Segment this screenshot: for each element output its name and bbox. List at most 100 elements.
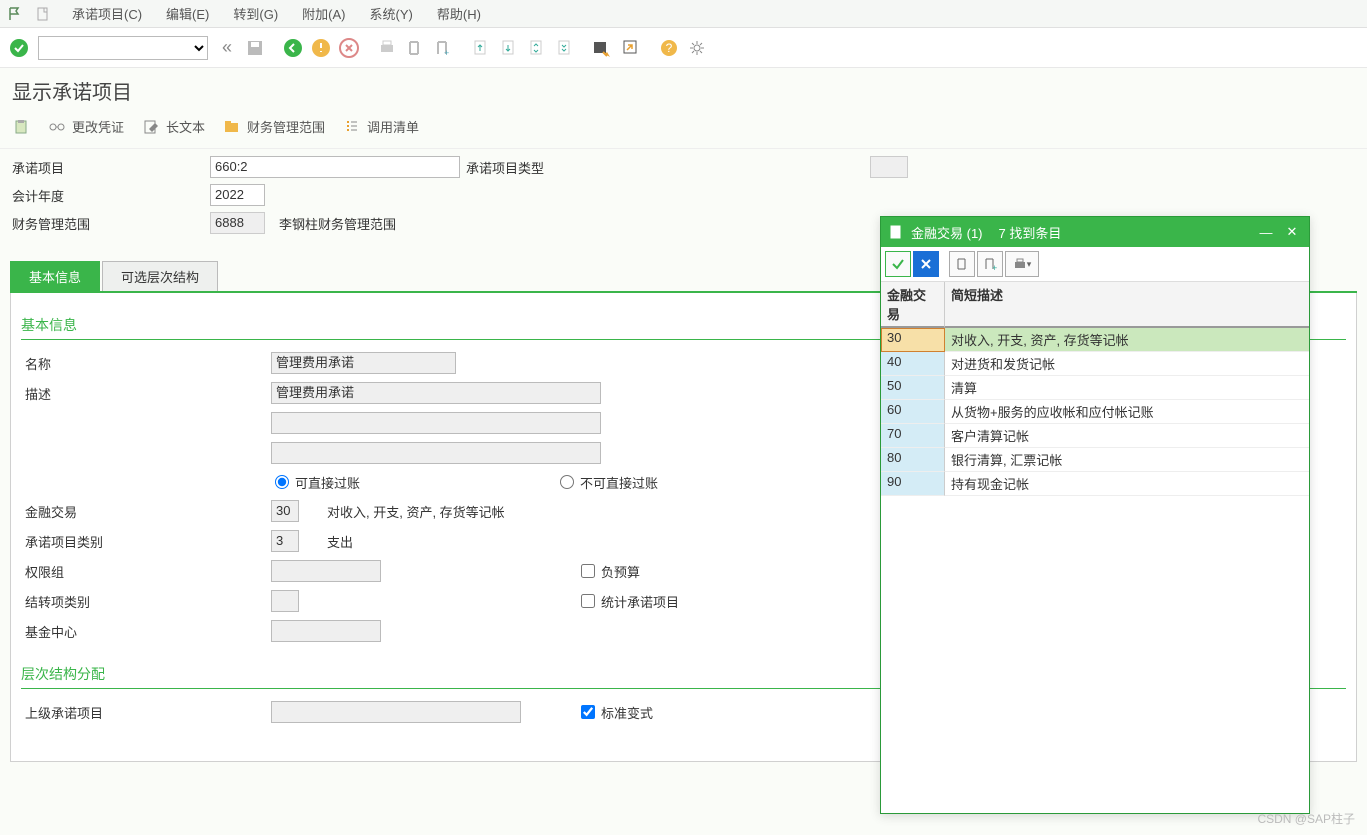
carryfwd-label: 结转项类别 [21,592,271,611]
menu-system[interactable]: 系统(Y) [358,0,425,27]
long-text-label: 长文本 [166,117,205,136]
popup-row[interactable]: 50清算 [881,376,1309,400]
fin-tx-field[interactable]: 30 [271,500,299,522]
page-up-icon[interactable] [468,35,494,61]
print-icon[interactable] [374,35,400,61]
find-icon[interactable] [402,35,428,61]
popup-col-desc[interactable]: 简短描述 [945,282,1309,328]
glasses-icon [48,118,66,136]
popup-row[interactable]: 60从货物+服务的应收帐和应付帐记账 [881,400,1309,424]
parent-label: 上级承诺项目 [21,703,271,722]
menu-goto[interactable]: 转到(G) [221,0,290,27]
menu-commit-item[interactable]: 承诺项目(C) [60,0,154,27]
popup-row-code: 30 [881,328,945,352]
exit-button[interactable] [308,35,334,61]
popup-doc-icon [889,225,903,239]
popup-row[interactable]: 30对收入, 开支, 资产, 存货等记帐 [881,328,1309,352]
authgrp-field[interactable] [271,560,381,582]
radio-direct-post[interactable]: 可直接过账 [275,473,360,492]
popup-found-text: 7 找到条目 [999,223,1062,242]
popup-toolbar: + ▾ [881,247,1309,282]
fm-area-label2: 财务管理范围 [10,214,210,233]
popup-row[interactable]: 90持有现金记帐 [881,472,1309,496]
collapse-icon[interactable]: « [214,35,240,61]
radio-not-direct-label: 不可直接过账 [580,473,658,492]
call-list-label: 调用清单 [367,117,419,136]
popup-title-text: 金融交易 (1) [911,223,983,242]
popup-row-desc: 银行清算, 汇票记帐 [945,448,1309,472]
popup-ok-button[interactable] [885,251,911,277]
popup-row[interactable]: 70客户清算记帐 [881,424,1309,448]
chk-stat-item[interactable]: 统计承诺项目 [581,592,679,611]
popup-minimize-icon[interactable]: — [1257,223,1275,241]
page-first-icon[interactable] [496,35,522,61]
menu-edit[interactable]: 编辑(E) [154,0,221,27]
fiscal-year-value[interactable]: 2022 [210,184,265,206]
chk-std-variant-label: 标准变式 [601,703,653,722]
ok-button[interactable] [6,35,32,61]
commit-item-label: 承诺项目 [10,158,210,177]
popup-row-desc: 持有现金记帐 [945,472,1309,496]
tab-basic-info[interactable]: 基本信息 [10,261,100,291]
popup-col-code[interactable]: 金融交易 [881,282,945,328]
app-toolbar: 更改凭证 长文本 财务管理范围 调用清单 [0,111,1367,149]
carryfwd-field[interactable] [271,590,299,612]
popup-titlebar[interactable]: 金融交易 (1) 7 找到条目 — ✕ [881,217,1309,247]
help-icon[interactable]: ? [656,35,682,61]
page-icon [32,3,54,25]
cat-field[interactable]: 3 [271,530,299,552]
popup-find-button[interactable] [949,251,975,277]
watermark: CSDN @SAP柱子 [1257,810,1355,827]
menu-bar: 承诺项目(C) 编辑(E) 转到(G) 附加(A) 系统(Y) 帮助(H) [0,0,1367,28]
popup-close-icon[interactable]: ✕ [1283,223,1301,241]
name-field[interactable]: 管理费用承诺 [271,352,456,374]
popup-row[interactable]: 80银行清算, 汇票记帐 [881,448,1309,472]
folder-icon [223,118,241,136]
popup-row-desc: 清算 [945,376,1309,400]
new-session-icon[interactable] [590,35,616,61]
fm-area-label: 财务管理范围 [247,117,325,136]
radio-not-direct-post[interactable]: 不可直接过账 [560,473,658,492]
commit-item-type-value [870,156,908,178]
tab-optional-hierarchy[interactable]: 可选层次结构 [102,261,218,291]
main-toolbar: « + ? [0,28,1367,68]
menu-extra[interactable]: 附加(A) [290,0,357,27]
commit-item-value[interactable]: 660:2 [210,156,460,178]
change-doc-button[interactable]: 更改凭证 [48,117,124,136]
cancel-button[interactable] [336,35,362,61]
desc-field-1[interactable]: 管理费用承诺 [271,382,601,404]
call-list-button[interactable]: 调用清单 [343,117,419,136]
popup-row-code: 50 [881,376,945,400]
settings-icon[interactable] [684,35,710,61]
f4-popup: 金融交易 (1) 7 找到条目 — ✕ + ▾ 金融交易 简短描述 30对收入,… [880,216,1310,814]
command-field[interactable] [38,36,208,60]
popup-row-code: 70 [881,424,945,448]
page-last-icon[interactable] [552,35,578,61]
chk-stat-label: 统计承诺项目 [601,592,679,611]
save-icon[interactable] [242,35,268,61]
fiscal-year-label: 会计年度 [10,186,210,205]
back-button[interactable] [280,35,306,61]
long-text-button[interactable]: 长文本 [142,117,205,136]
chk-std-variant[interactable]: 标准变式 [581,703,653,722]
popup-cancel-button[interactable] [913,251,939,277]
desc-field-3[interactable] [271,442,601,464]
chk-neg-budget[interactable]: 负预算 [581,562,640,581]
shortcut-icon[interactable] [618,35,644,61]
paste-button[interactable] [12,118,30,136]
popup-row-desc: 从货物+服务的应收帐和应付帐记账 [945,400,1309,424]
popup-row[interactable]: 40对进货和发货记帐 [881,352,1309,376]
menu-help[interactable]: 帮助(H) [425,0,493,27]
find-next-icon[interactable]: + [430,35,456,61]
svg-text:+: + [444,48,449,57]
clipboard-icon [12,118,30,136]
popup-row-desc: 对收入, 开支, 资产, 存货等记帐 [945,328,1309,352]
authgrp-label: 权限组 [21,562,271,581]
fund-center-field[interactable] [271,620,381,642]
desc-field-2[interactable] [271,412,601,434]
popup-find-next-button[interactable]: + [977,251,1003,277]
parent-field[interactable] [271,701,521,723]
page-down-icon[interactable] [524,35,550,61]
popup-print-button[interactable]: ▾ [1005,251,1039,277]
fm-area-button[interactable]: 财务管理范围 [223,117,325,136]
